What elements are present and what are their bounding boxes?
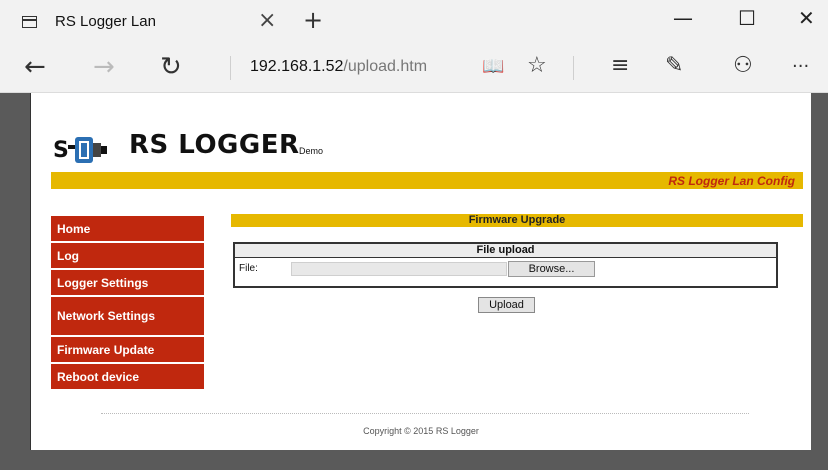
- brand-subtitle: Demo: [299, 146, 324, 156]
- config-title: RS Logger Lan Config: [668, 174, 795, 188]
- file-upload-panel: File upload File: Browse...: [233, 242, 778, 288]
- window-close-button[interactable]: ✕: [798, 6, 815, 30]
- url-path: /upload.htm: [343, 58, 428, 75]
- nav-item-reboot-device[interactable]: Reboot device: [51, 364, 204, 389]
- favorite-star-icon[interactable]: ☆: [527, 53, 547, 78]
- tab-bar: RS Logger Lan × + — ☐ ✕: [0, 0, 828, 44]
- url-host: 192.168.1.52: [250, 58, 344, 75]
- hub-icon[interactable]: ≡: [611, 53, 629, 78]
- toolbar-separator: [230, 56, 231, 80]
- forward-icon[interactable]: →: [93, 52, 115, 82]
- new-tab-button[interactable]: +: [303, 6, 323, 34]
- minimize-button[interactable]: —: [673, 6, 693, 30]
- nav-item-firmware-update[interactable]: Firmware Update: [51, 337, 204, 362]
- section-title: Firmware Upgrade: [231, 214, 803, 227]
- back-icon[interactable]: ←: [24, 52, 46, 82]
- file-path-input[interactable]: [291, 262, 507, 276]
- maximize-button[interactable]: ☐: [738, 6, 756, 30]
- sidebar-nav: Home Log Logger Settings Network Setting…: [51, 216, 204, 391]
- brand-title: RS LOGGER: [129, 130, 300, 160]
- nav-item-log[interactable]: Log: [51, 243, 204, 268]
- more-icon[interactable]: ···: [792, 56, 809, 77]
- browser-tab[interactable]: RS Logger Lan ×: [0, 0, 290, 44]
- browse-button[interactable]: Browse...: [508, 261, 595, 277]
- header-bar: RS Logger Lan Config: [51, 172, 803, 189]
- toolbar-separator-2: [573, 56, 574, 80]
- address-bar[interactable]: 192.168.1.52/upload.htm: [250, 58, 427, 76]
- share-icon[interactable]: ⚇: [733, 53, 753, 78]
- tab-title: RS Logger Lan: [55, 13, 156, 30]
- refresh-icon[interactable]: ↻: [160, 52, 182, 82]
- web-note-icon[interactable]: ✎: [665, 53, 683, 78]
- rs-logger-logo-icon: S: [53, 137, 107, 163]
- upload-button[interactable]: Upload: [478, 297, 535, 313]
- tab-page-icon: [22, 16, 37, 28]
- page-viewport: S RS LOGGER Demo RS Logger Lan Config Ho…: [0, 93, 828, 470]
- copyright-text: Copyright © 2015 RS Logger: [363, 426, 479, 436]
- svg-text:S: S: [53, 138, 69, 163]
- reading-view-icon[interactable]: 📖: [482, 56, 504, 77]
- browser-toolbar: ← → ↻ 192.168.1.52/upload.htm 📖 ☆ ≡ ✎ ⚇ …: [0, 44, 828, 93]
- nav-item-network-settings[interactable]: Network Settings: [51, 297, 204, 335]
- page-body: S RS LOGGER Demo RS Logger Lan Config Ho…: [30, 93, 811, 450]
- close-tab-icon[interactable]: ×: [258, 8, 276, 33]
- file-upload-heading: File upload: [235, 244, 776, 258]
- nav-item-logger-settings[interactable]: Logger Settings: [51, 270, 204, 295]
- nav-item-home[interactable]: Home: [51, 216, 204, 241]
- footer-divider: [101, 413, 749, 414]
- file-label: File:: [239, 263, 258, 274]
